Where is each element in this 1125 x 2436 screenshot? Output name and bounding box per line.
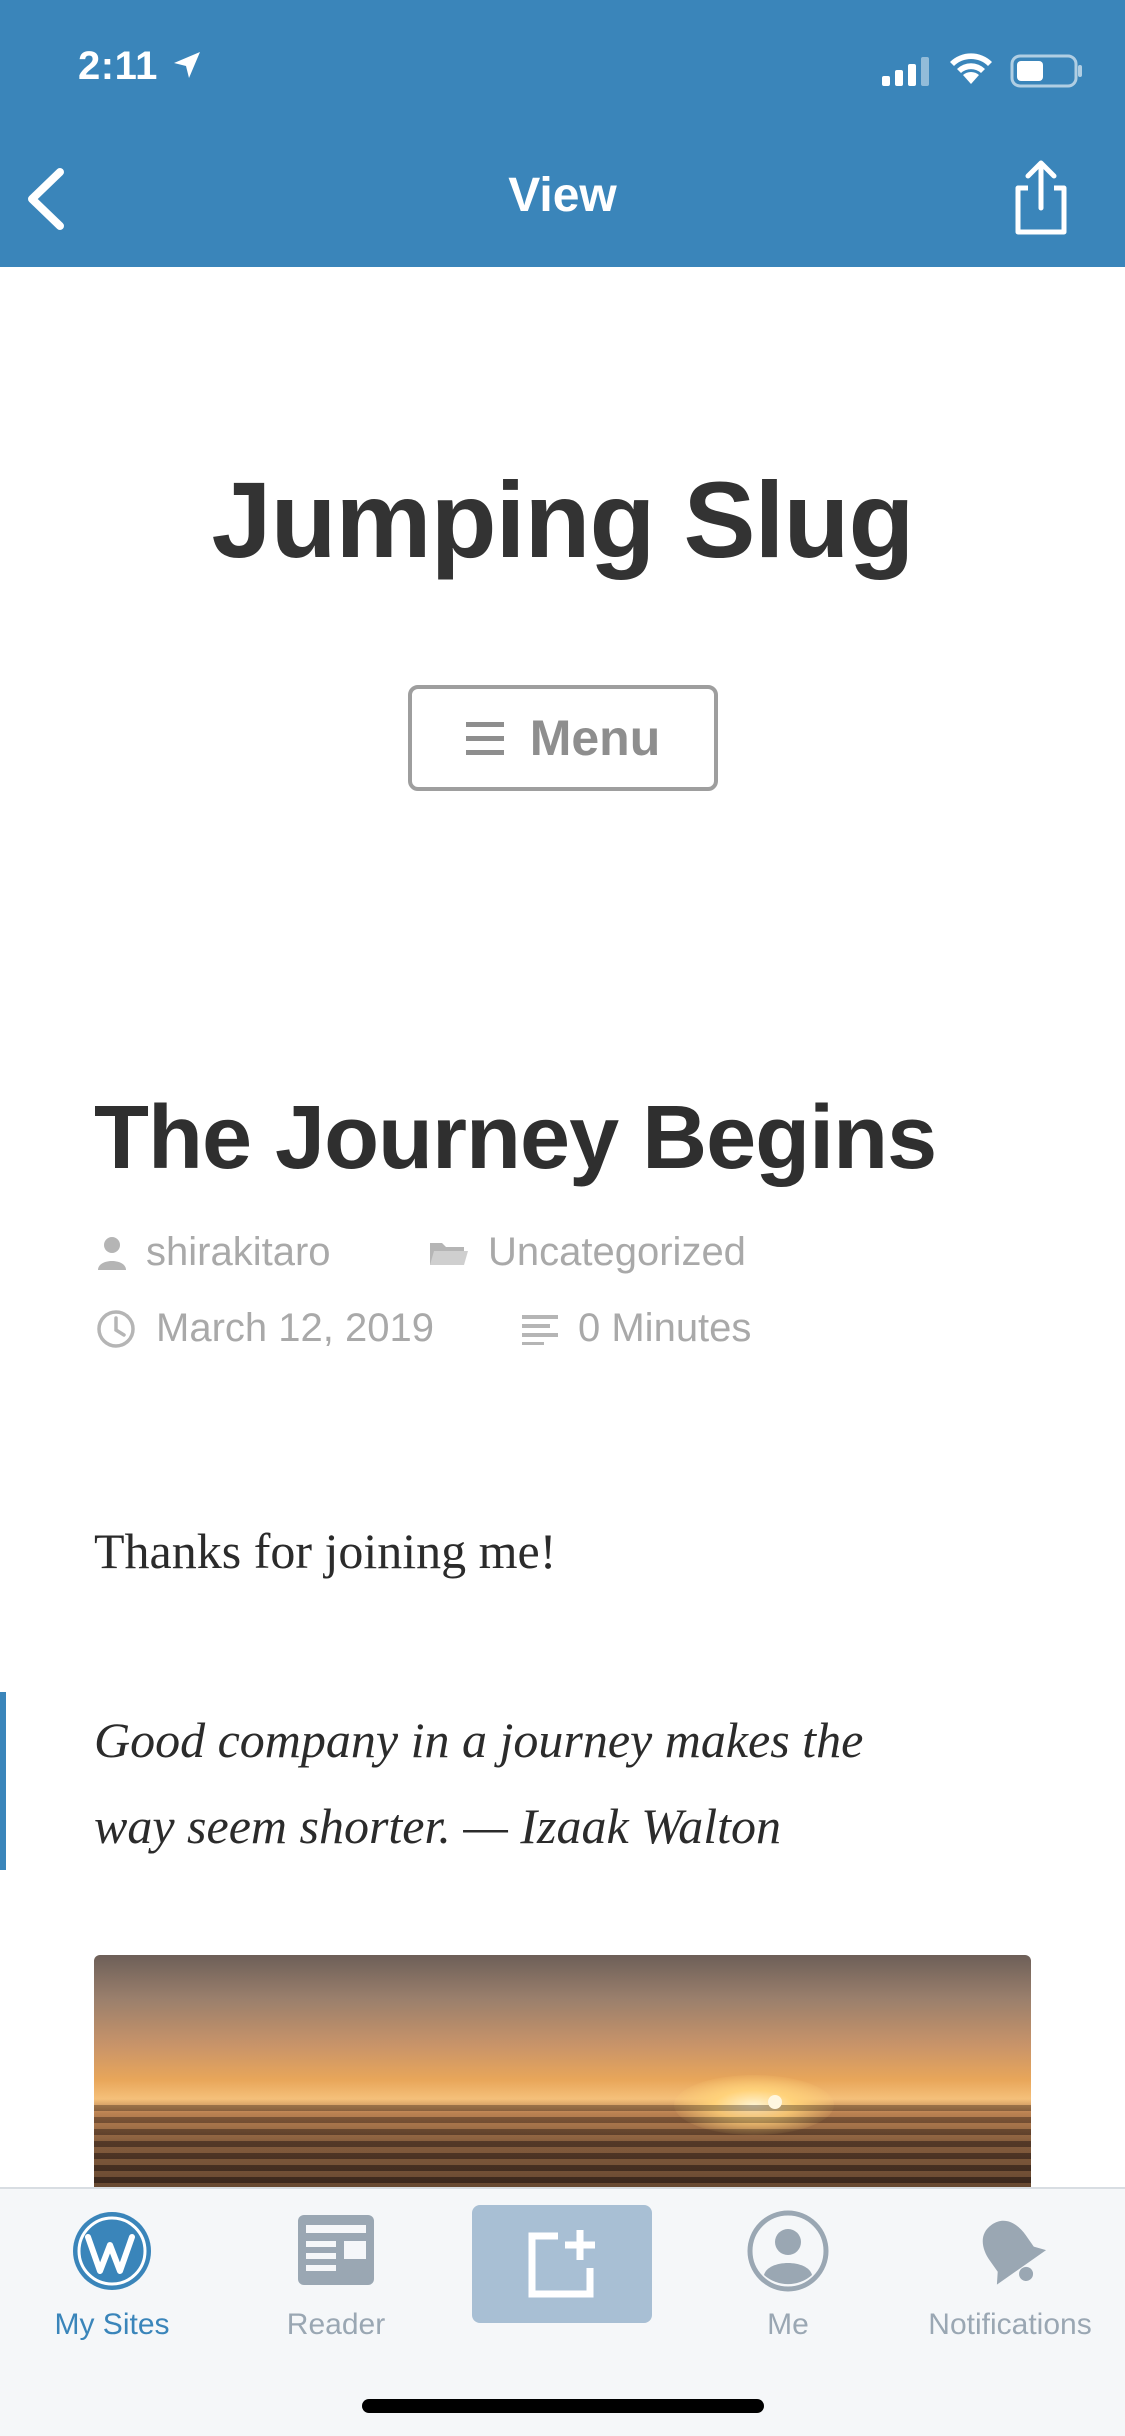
- bell-icon: [982, 2220, 1047, 2285]
- quote-border: [0, 1692, 6, 1870]
- reader-icon: [298, 2215, 374, 2285]
- location-arrow-icon: [174, 52, 200, 78]
- post-date[interactable]: March 12, 2019: [96, 1306, 434, 1351]
- text-lines-icon: [522, 1314, 558, 1345]
- app-header: 2:11 View: [0, 0, 1125, 267]
- tab-label: My Sites: [54, 2308, 170, 2341]
- post-reading-time: 0 Minutes: [522, 1306, 751, 1351]
- tab-label: Reader: [286, 2308, 386, 2341]
- share-button[interactable]: [1006, 158, 1076, 238]
- menu-label: Menu: [529, 710, 661, 766]
- page-content: Jumping Slug Menu The Journey Begins shi…: [0, 267, 1125, 2187]
- write-post-button[interactable]: [472, 2205, 652, 2323]
- signal-icon: [882, 57, 929, 86]
- tab-label: Notifications: [928, 2308, 1092, 2341]
- hamburger-icon: [465, 721, 504, 755]
- tab-label: Me: [767, 2308, 809, 2341]
- post-category[interactable]: Uncategorized: [428, 1230, 746, 1275]
- quote-line-1: Good company in a journey makes the: [94, 1712, 864, 1768]
- tab-my-sites[interactable]: My Sites: [2, 2209, 222, 2342]
- quote-line-2: way seem shorter. — Izaak Walton: [94, 1798, 782, 1854]
- post-intro: Thanks for joining me!: [94, 1523, 557, 1579]
- post-date-text: March 12, 2019: [156, 1306, 434, 1350]
- site-title[interactable]: Jumping Slug: [0, 457, 1125, 582]
- person-icon: [98, 1236, 126, 1270]
- post-title[interactable]: The Journey Begins: [94, 1087, 937, 1190]
- nav-title: View: [508, 169, 617, 222]
- post-image-sunset[interactable]: [94, 1955, 1031, 2187]
- post-reading-time-text: 0 Minutes: [578, 1306, 752, 1350]
- tab-bar: My Sites Reader Me Notifications: [0, 2187, 1125, 2436]
- home-indicator: [362, 2399, 764, 2413]
- status-time: 2:11: [78, 44, 158, 88]
- menu-button[interactable]: Menu: [408, 685, 718, 791]
- me-icon: [747, 2210, 829, 2292]
- wordpress-icon: [73, 2212, 151, 2290]
- tab-reader[interactable]: Reader: [226, 2209, 446, 2342]
- tab-me[interactable]: Me: [678, 2209, 898, 2342]
- clock-icon: [97, 1309, 135, 1348]
- sun-dot: [768, 2095, 782, 2109]
- wifi-icon: [950, 53, 992, 84]
- share-icon: [1015, 160, 1067, 235]
- battery-icon: [1010, 54, 1082, 88]
- blockquote: Good company in a journey makes the way …: [94, 1697, 1054, 1869]
- post-author-name: shirakitaro: [146, 1230, 331, 1274]
- write-icon: [528, 2230, 595, 2298]
- post-author[interactable]: shirakitaro: [98, 1230, 331, 1275]
- folder-icon: [430, 1242, 468, 1265]
- water-ripples: [94, 2105, 1031, 2187]
- post-category-name: Uncategorized: [488, 1230, 746, 1274]
- tab-notifications[interactable]: Notifications: [900, 2209, 1120, 2342]
